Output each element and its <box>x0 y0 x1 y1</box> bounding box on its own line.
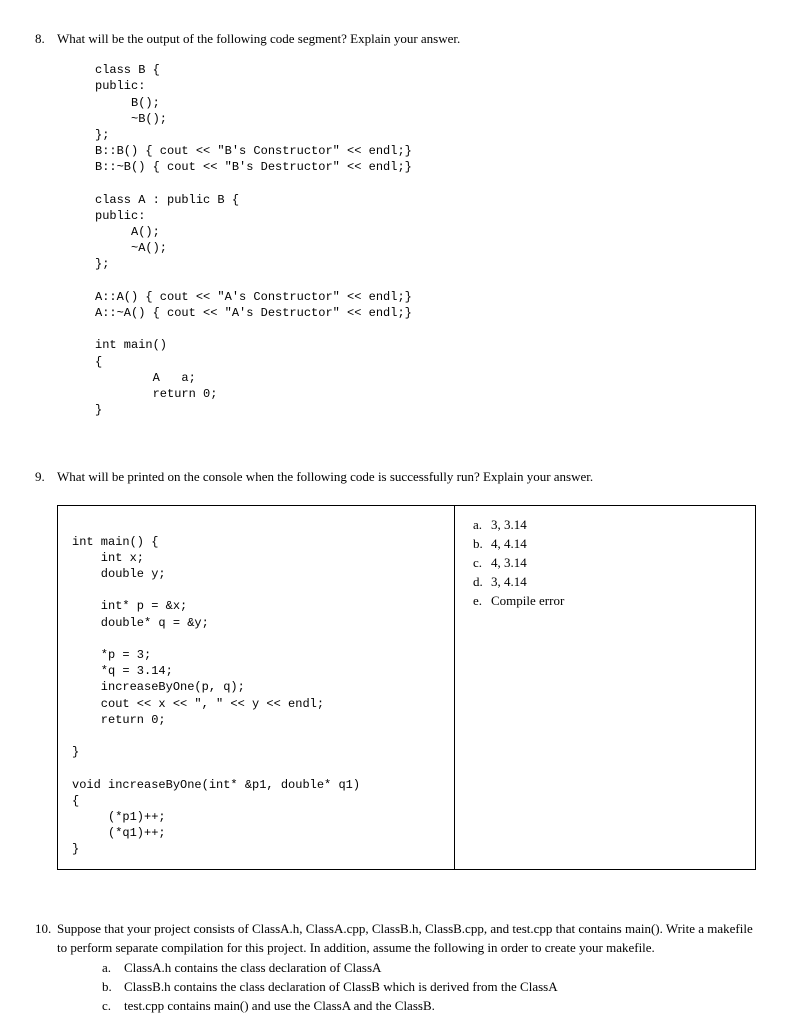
question-9-code: int main() { int x; double y; int* p = &… <box>72 518 440 858</box>
option-e-text: Compile error <box>491 592 564 610</box>
option-d-text: 3, 4.14 <box>491 573 527 591</box>
question-9-number: 9. <box>35 468 57 486</box>
q10-subitem-b-letter: b. <box>102 978 124 996</box>
question-8-header: 8. What will be the output of the follow… <box>35 30 756 48</box>
question-9-header: 9. What will be printed on the console w… <box>35 468 756 486</box>
question-10-sublist: a. ClassA.h contains the class declarati… <box>102 959 756 1016</box>
option-a-text: 3, 3.14 <box>491 516 527 534</box>
question-9-container: int main() { int x; double y; int* p = &… <box>57 505 756 871</box>
q10-subitem-c-letter: c. <box>102 997 124 1015</box>
option-b-letter: b. <box>469 535 491 553</box>
option-e-letter: e. <box>469 592 491 610</box>
q10-subitem-b: b. ClassB.h contains the class declarati… <box>102 978 756 996</box>
question-10-text: Suppose that your project consists of Cl… <box>57 920 756 956</box>
question-8-number: 8. <box>35 30 57 48</box>
option-c-letter: c. <box>469 554 491 572</box>
q10-subitem-c-text: test.cpp contains main() and use the Cla… <box>124 997 435 1015</box>
question-10-header: 10. Suppose that your project consists o… <box>35 920 756 956</box>
q10-subitem-a: a. ClassA.h contains the class declarati… <box>102 959 756 977</box>
option-a: a. 3, 3.14 <box>469 516 741 534</box>
option-d: d. 3, 4.14 <box>469 573 741 591</box>
option-c-text: 4, 3.14 <box>491 554 527 572</box>
question-10-body: a. ClassA.h contains the class declarati… <box>57 959 756 1016</box>
question-10: 10. Suppose that your project consists o… <box>35 920 756 1015</box>
question-9-text: What will be printed on the console when… <box>57 468 756 486</box>
question-10-number: 10. <box>35 920 57 938</box>
option-d-letter: d. <box>469 573 491 591</box>
question-8-text: What will be the output of the following… <box>57 30 756 48</box>
q10-subitem-b-text: ClassB.h contains the class declaration … <box>124 978 558 996</box>
question-9-option-list: a. 3, 3.14 b. 4, 4.14 c. 4, 3.14 d. 3, 4… <box>469 516 741 611</box>
question-9-options-cell: a. 3, 3.14 b. 4, 4.14 c. 4, 3.14 d. 3, 4… <box>455 506 755 870</box>
option-e: e. Compile error <box>469 592 741 610</box>
option-a-letter: a. <box>469 516 491 534</box>
option-c: c. 4, 3.14 <box>469 554 741 572</box>
question-8-code: class B { public: B(); ~B(); }; B::B() {… <box>95 62 756 418</box>
question-9-code-cell: int main() { int x; double y; int* p = &… <box>58 506 455 870</box>
q10-subitem-a-text: ClassA.h contains the class declaration … <box>124 959 381 977</box>
question-9: 9. What will be printed on the console w… <box>35 468 756 870</box>
option-b: b. 4, 4.14 <box>469 535 741 553</box>
q10-subitem-c: c. test.cpp contains main() and use the … <box>102 997 756 1015</box>
option-b-text: 4, 4.14 <box>491 535 527 553</box>
q10-subitem-a-letter: a. <box>102 959 124 977</box>
question-8: 8. What will be the output of the follow… <box>35 30 756 418</box>
